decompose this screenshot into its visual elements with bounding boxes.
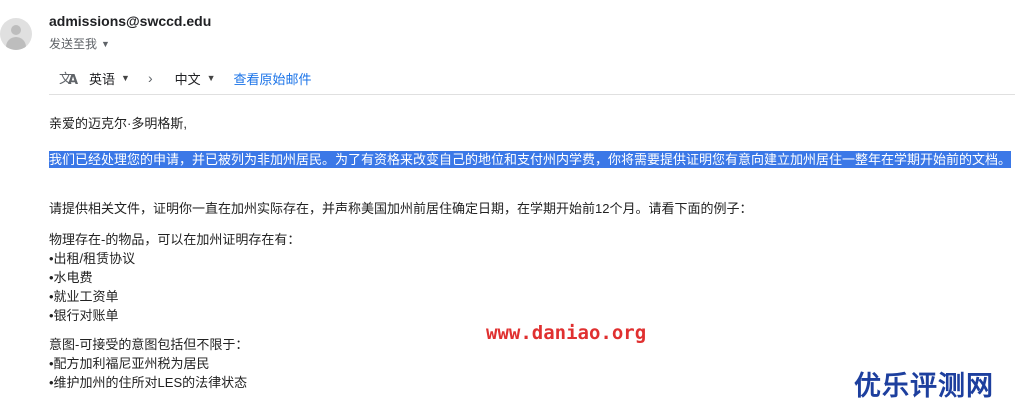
recipient-label: 发送至我 — [49, 37, 98, 51]
greeting: 亲爱的迈克尔·多明格斯, — [49, 116, 187, 131]
list-item: •出租/租赁协议 — [49, 251, 136, 266]
physical-presence-section: 物理存在-的物品，可以在加州证明存在有： •出租/租赁协议 •水电费 •就业工资… — [49, 230, 1009, 325]
view-original-link[interactable]: 查看原始邮件 — [234, 69, 312, 88]
source-language-label: 英语 — [89, 71, 116, 87]
watermark-url: www.daniao.org — [486, 322, 647, 344]
recipient-line[interactable]: 发送至我 ▼ — [49, 35, 110, 52]
target-language-label: 中文 — [174, 71, 201, 87]
list-item: •水电费 — [49, 270, 93, 285]
highlighted-paragraph[interactable]: 我们已经处理您的申请，并已被列为非加州居民。为了有资格来改变自己的地位和支付州内… — [49, 151, 1012, 168]
source-language-select[interactable]: 英语 ▼ — [89, 69, 130, 88]
chevron-down-icon: ▼ — [121, 73, 130, 83]
chevron-right-icon: › — [147, 70, 153, 86]
provide-paragraph: 请提供相关文件，证明你一直在加州实际存在，并声称美国加州前居住确定日期，在学期开… — [49, 201, 753, 216]
recipient-dropdown-icon[interactable]: ▼ — [101, 39, 110, 49]
watermark-brand: 优乐评测网 — [854, 371, 994, 402]
sender-address[interactable]: admissions@swccd.edu — [49, 13, 211, 29]
avatar-head — [11, 25, 21, 35]
physical-presence-title: 物理存在-的物品，可以在加州证明存在有： — [49, 232, 301, 247]
message-body: 亲爱的迈克尔·多明格斯, 我们已经处理您的申请，并已被列为非加州居民。为了有资格… — [49, 114, 1012, 392]
avatar-body — [6, 37, 26, 50]
highlighted-paragraph-container: 我们已经处理您的申请，并已被列为非加州居民。为了有资格来改变自己的地位和支付州内… — [49, 150, 1012, 169]
sender-avatar — [0, 18, 32, 50]
list-item: •就业工资单 — [49, 289, 119, 304]
target-language-select[interactable]: 中文 ▼ — [175, 69, 216, 88]
translate-bar: 文A 英语 ▼ › 中文 ▼ 查看原始邮件 — [49, 62, 1015, 95]
translate-icon: 文A — [59, 72, 79, 88]
chevron-down-icon: ▼ — [206, 73, 216, 83]
